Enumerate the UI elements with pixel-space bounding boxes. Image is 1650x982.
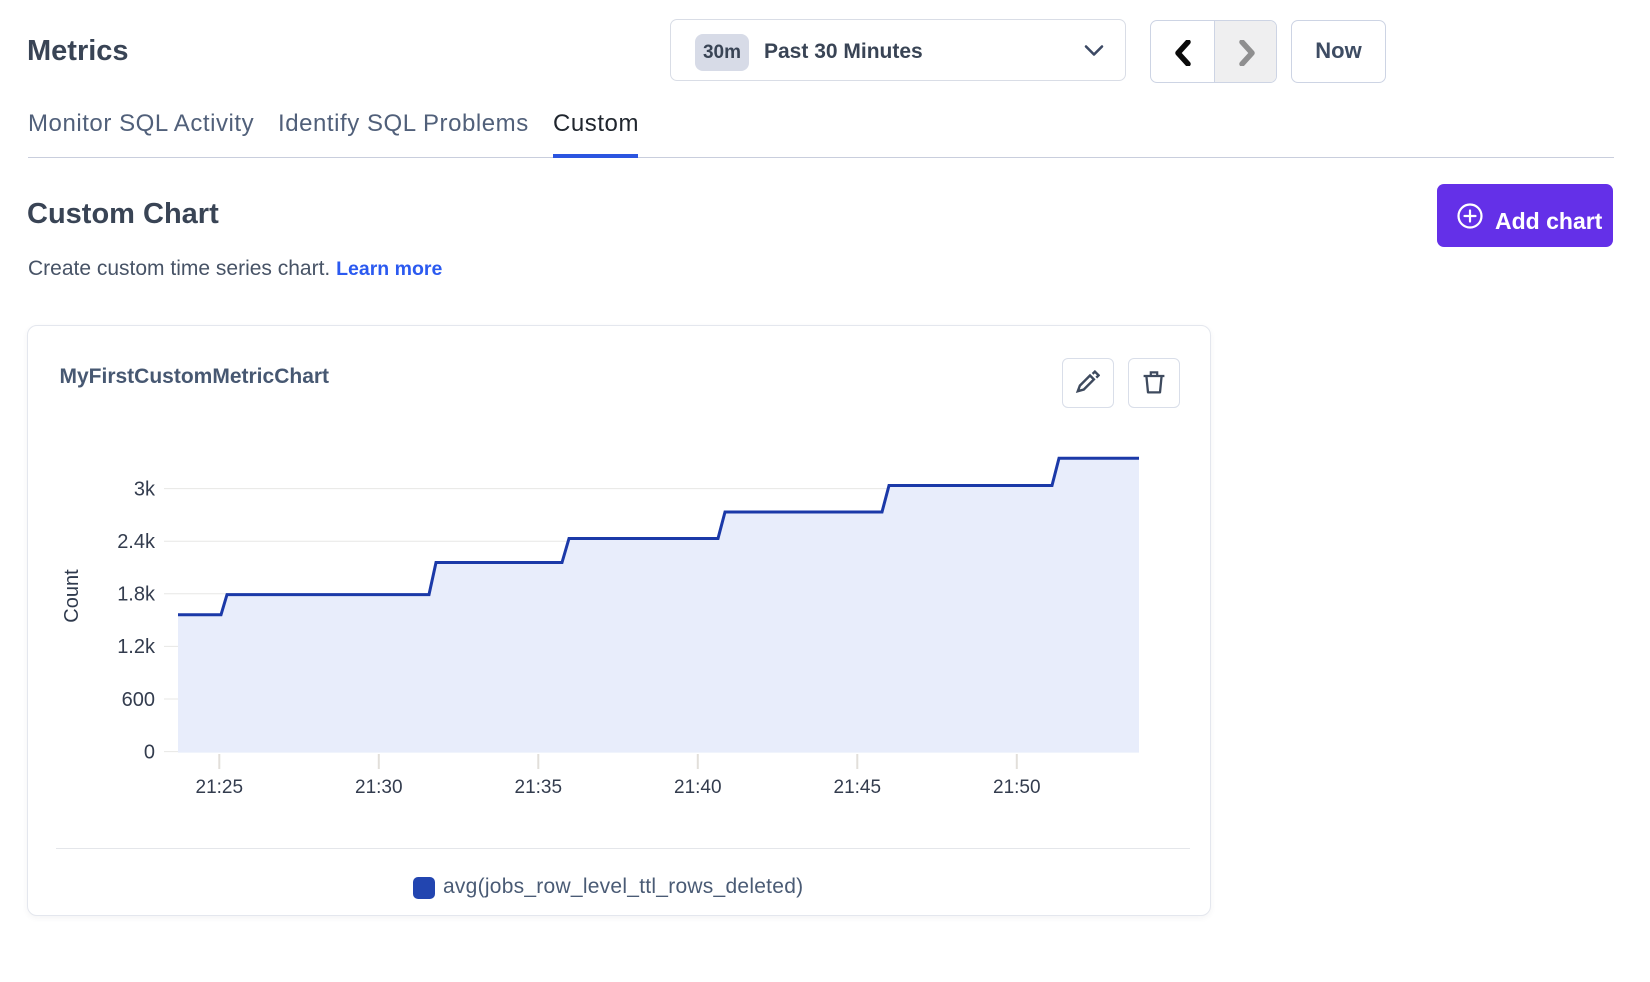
svg-text:0: 0 xyxy=(144,741,155,763)
svg-text:1.2k: 1.2k xyxy=(117,636,156,658)
svg-text:1.8k: 1.8k xyxy=(117,584,156,606)
svg-text:600: 600 xyxy=(122,689,155,711)
svg-text:21:40: 21:40 xyxy=(674,777,722,798)
svg-text:Count: Count xyxy=(61,569,83,623)
svg-text:2.4k: 2.4k xyxy=(117,531,156,553)
svg-text:21:45: 21:45 xyxy=(834,777,882,798)
svg-text:21:35: 21:35 xyxy=(515,777,563,798)
svg-text:3k: 3k xyxy=(134,478,156,500)
svg-text:21:50: 21:50 xyxy=(993,777,1041,798)
svg-text:21:30: 21:30 xyxy=(355,777,403,798)
svg-text:21:25: 21:25 xyxy=(196,777,244,798)
